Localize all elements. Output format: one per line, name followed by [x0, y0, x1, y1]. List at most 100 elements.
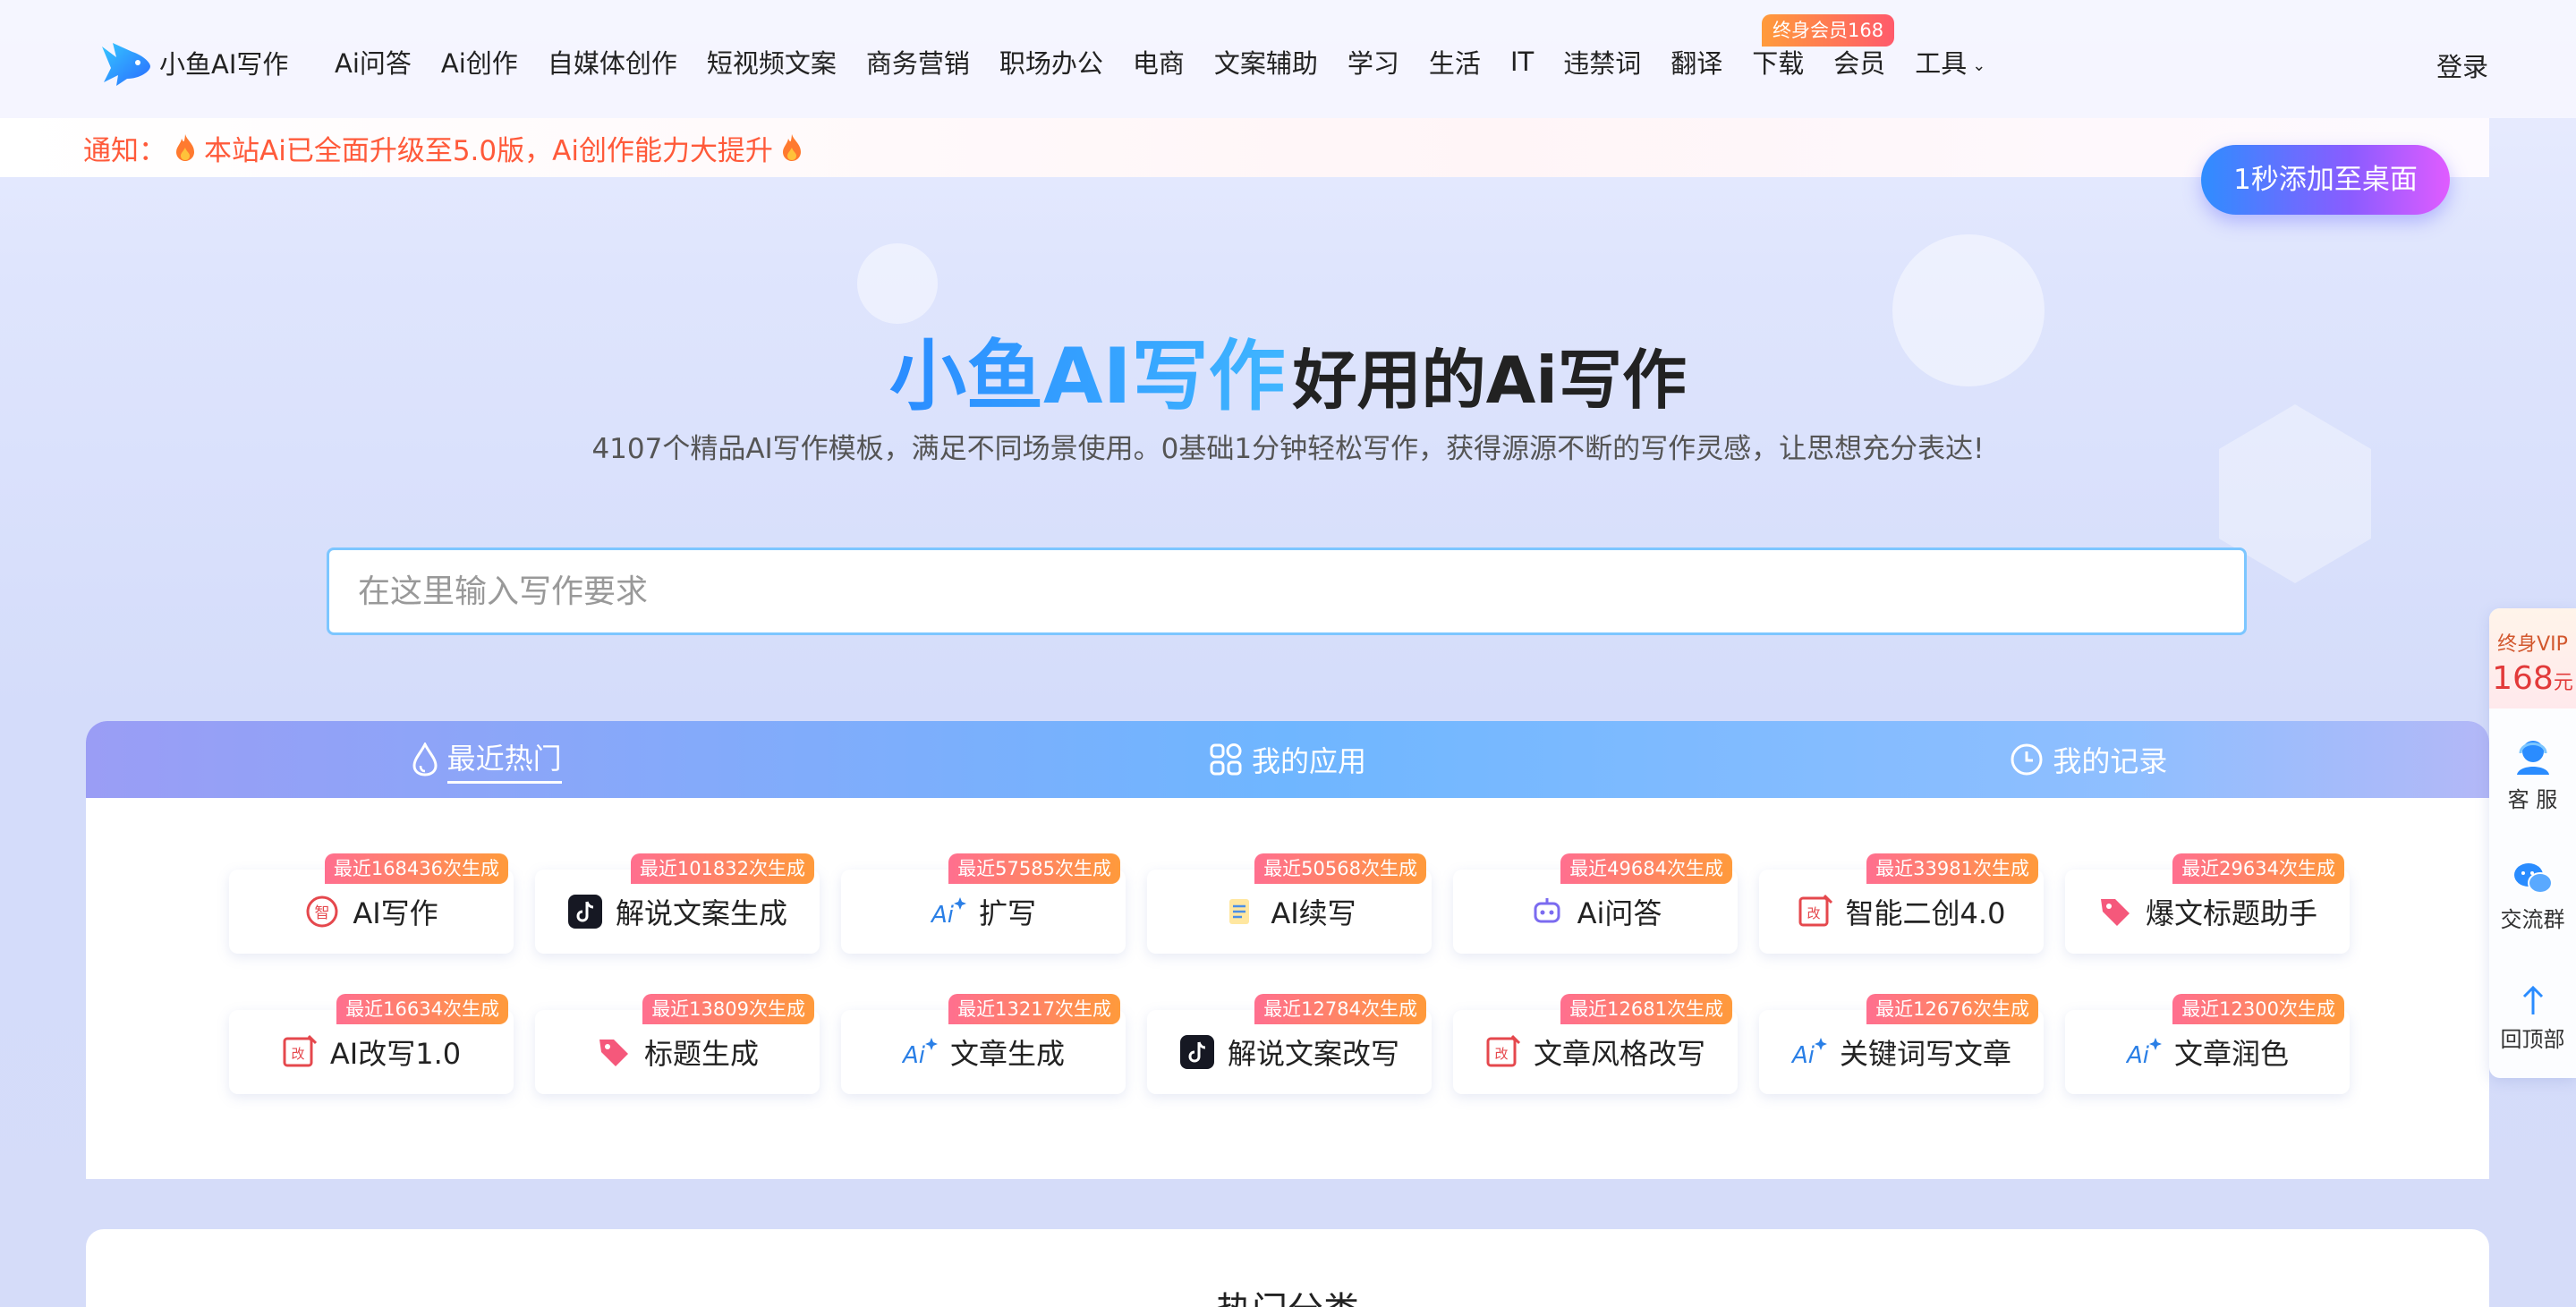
- nav-item-ecommerce[interactable]: 电商: [1133, 43, 1185, 81]
- nav-item-business[interactable]: 商务营销: [866, 43, 970, 81]
- template-card-narration-rewrite[interactable]: 最近12784次生成 解说文案改写: [1147, 994, 1432, 1094]
- usage-badge: 最近57585次生成: [948, 853, 1120, 884]
- ai-sparkle-icon: Ai: [902, 1034, 938, 1070]
- card-label: 解说文案生成: [615, 896, 787, 930]
- nav-item-tools[interactable]: 工具 ⌄: [1915, 43, 1985, 81]
- usage-badge: 最近101832次生成: [630, 853, 814, 884]
- template-card-ai-qa[interactable]: 最近49684次生成 Ai问答: [1453, 853, 1738, 954]
- nav-item-copy-assist[interactable]: 文案辅助: [1214, 43, 1318, 81]
- nav-item-member[interactable]: 会员: [1833, 43, 1885, 81]
- nav-item-short-video[interactable]: 短视频文案: [707, 43, 837, 81]
- nav-item-ai-create[interactable]: Ai创作: [441, 43, 518, 81]
- nav-item-banned-words[interactable]: 违禁词: [1563, 43, 1641, 81]
- edit-box-icon: 改: [282, 1034, 318, 1070]
- top-header: 小鱼AI写作 Ai问答 Ai创作 自媒体创作 短视频文案 商务营销 职场办公 电…: [0, 0, 2576, 118]
- template-card-viral-title[interactable]: 最近29634次生成 爆文标题助手: [2065, 853, 2350, 954]
- svg-text:Ai: Ai: [931, 902, 955, 929]
- card-label: 文章润色: [2173, 1037, 2289, 1071]
- tiktok-icon: [567, 894, 603, 929]
- vip-promo-tag[interactable]: 终身会员168: [1762, 14, 1895, 47]
- card-label: 智能二创4.0: [1845, 896, 2006, 930]
- usage-badge: 最近12784次生成: [1254, 994, 1426, 1024]
- nav-item-translate[interactable]: 翻译: [1671, 43, 1722, 81]
- tab-my-records-label: 我的记录: [2053, 744, 2168, 778]
- sidebar-vip-label: 终身VIP: [2497, 633, 2568, 656]
- notepad-icon: [1222, 894, 1258, 929]
- template-card-keyword-article[interactable]: 最近12676次生成 Ai 关键词写文章: [1759, 994, 2044, 1094]
- card-label: 标题生成: [643, 1037, 759, 1071]
- usage-badge: 最近168436次生成: [324, 853, 508, 884]
- nav-item-study[interactable]: 学习: [1348, 43, 1399, 81]
- login-link[interactable]: 登录: [2436, 47, 2488, 84]
- tag-icon: [596, 1034, 632, 1070]
- flame-icon: [782, 134, 801, 161]
- card-label: AI写作: [353, 896, 438, 930]
- nav-item-ai-qa[interactable]: Ai问答: [335, 43, 412, 81]
- card-label: 关键词写文章: [1839, 1037, 2011, 1071]
- tab-bar: 最近热门 我的应用 我的记录: [86, 721, 2489, 798]
- add-to-desktop-button[interactable]: 1秒添加至桌面: [2201, 145, 2450, 215]
- sidebar-back-to-top[interactable]: 回顶部: [2489, 984, 2576, 1053]
- usage-badge: 最近16634次生成: [336, 994, 508, 1024]
- template-card-smart-recreate[interactable]: 最近33981次生成 改 智能二创4.0: [1759, 853, 2044, 954]
- site-logo[interactable]: 小鱼AI写作: [97, 34, 288, 91]
- main-nav: Ai问答 Ai创作 自媒体创作 短视频文案 商务营销 职场办公 电商 文案辅助 …: [335, 43, 2015, 81]
- template-card-narration-copy[interactable]: 最近101832次生成 解说文案生成: [535, 853, 820, 954]
- chevron-down-icon: ⌄: [1972, 55, 1986, 75]
- template-card-ai-continue[interactable]: 最近50568次生成 AI续写: [1147, 853, 1432, 954]
- template-card-style-rewrite[interactable]: 最近12681次生成 改 文章风格改写: [1453, 994, 1738, 1094]
- card-label: 扩写: [978, 896, 1036, 930]
- nav-item-office[interactable]: 职场办公: [999, 43, 1103, 81]
- svg-text:改: 改: [1807, 905, 1820, 921]
- customer-service-icon: [2516, 741, 2549, 775]
- flame-icon: [176, 134, 194, 161]
- logo-text: 小鱼AI写作: [159, 49, 289, 80]
- card-label: 爆文标题助手: [2145, 896, 2317, 930]
- nav-item-tools-label: 工具: [1915, 48, 1968, 79]
- template-card-ai-rewrite[interactable]: 最近16634次生成 改 AI改写1.0: [229, 994, 514, 1094]
- card-label: AI续写: [1271, 896, 1356, 930]
- fish-logo-icon: [102, 43, 150, 86]
- card-label: 文章风格改写: [1533, 1037, 1705, 1071]
- hero-brand: 小鱼AI写作: [889, 332, 1286, 421]
- tag-icon: [2097, 894, 2133, 929]
- clock-icon: [2011, 743, 2043, 776]
- sidebar-back-to-top-label: 回顶部: [2500, 1027, 2565, 1052]
- usage-badge: 最近12300次生成: [2172, 994, 2344, 1024]
- svg-text:智: 智: [315, 904, 330, 922]
- arrow-up-icon: [2522, 985, 2543, 1014]
- tab-my-apps[interactable]: 我的应用: [887, 721, 1688, 798]
- nav-item-self-media[interactable]: 自媒体创作: [548, 43, 677, 81]
- usage-badge: 最近49684次生成: [1560, 853, 1732, 884]
- template-card-article-gen[interactable]: 最近13217次生成 Ai 文章生成: [841, 994, 1126, 1094]
- nav-item-life[interactable]: 生活: [1429, 43, 1481, 81]
- writing-request-input[interactable]: [327, 547, 2247, 635]
- floating-sidebar: 终身VIP 168元 客 服 交流群 回顶部: [2489, 608, 2576, 1078]
- hero-title: 小鱼AI写作 好用的Ai写作: [0, 313, 2576, 425]
- notice-bar: 通知： 本站Ai已全面升级至5.0版，Ai创作能力大提升: [0, 118, 2489, 177]
- template-panel: 最近热门 我的应用 我的记录 最近168436次生成 智 AI写作 最近1018…: [86, 721, 2489, 1179]
- nav-item-download[interactable]: 下载: [1752, 43, 1804, 81]
- grid-icon: [1210, 743, 1242, 776]
- template-cards: 最近168436次生成 智 AI写作 最近101832次生成 解说文案生成 最近…: [229, 853, 2448, 1150]
- card-label: 解说文案改写: [1227, 1037, 1399, 1071]
- ai-write-icon: 智: [304, 894, 340, 929]
- notice-label: 通知：: [83, 134, 166, 167]
- svg-text:改: 改: [1494, 1046, 1508, 1062]
- tab-my-records[interactable]: 我的记录: [1688, 721, 2489, 798]
- template-card-title-gen[interactable]: 最近13809次生成 标题生成: [535, 994, 820, 1094]
- template-card-polish[interactable]: 最近12300次生成 Ai 文章润色: [2065, 994, 2350, 1094]
- sidebar-customer-service[interactable]: 客 服: [2489, 735, 2576, 813]
- sidebar-chat-group[interactable]: 交流群: [2489, 861, 2576, 933]
- tab-recent-hot[interactable]: 最近热门: [86, 721, 887, 798]
- svg-text:Ai: Ai: [1791, 1042, 1815, 1069]
- template-card-ai-write[interactable]: 最近168436次生成 智 AI写作: [229, 853, 514, 954]
- usage-badge: 最近12681次生成: [1560, 994, 1732, 1024]
- ai-sparkle-icon: Ai: [1791, 1034, 1827, 1070]
- template-card-expand[interactable]: 最近57585次生成 Ai 扩写: [841, 853, 1126, 954]
- nav-item-it[interactable]: IT: [1510, 47, 1534, 77]
- usage-badge: 最近33981次生成: [1866, 853, 2038, 884]
- usage-badge: 最近50568次生成: [1254, 853, 1426, 884]
- sidebar-vip[interactable]: 终身VIP 168元: [2489, 608, 2576, 709]
- hot-categories-section: 热门分类: [86, 1229, 2489, 1307]
